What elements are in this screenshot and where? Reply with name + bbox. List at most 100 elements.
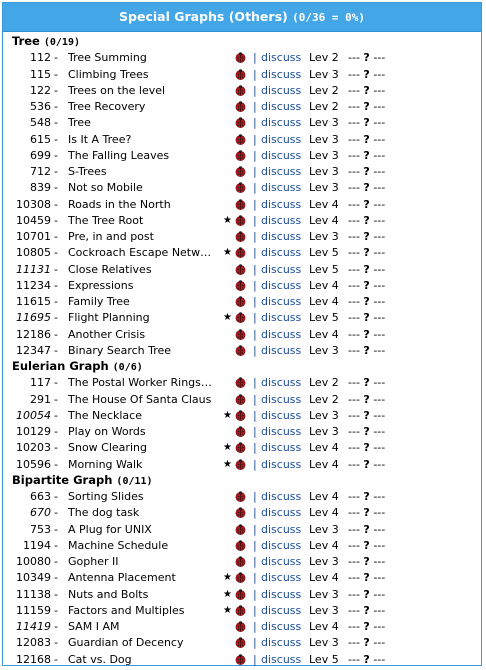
problem-name[interactable]: The Postal Worker Rings… [68, 375, 218, 391]
problem-name[interactable]: Climbing Trees [68, 67, 218, 83]
discuss-link[interactable]: discuss [261, 619, 301, 635]
problem-name[interactable]: Guardian of Decency [68, 635, 218, 651]
discuss-link[interactable]: discuss [261, 262, 301, 278]
ladybug-icon[interactable] [235, 247, 246, 259]
problem-name[interactable]: Play on Words [68, 424, 218, 440]
discuss-link[interactable]: discuss [261, 132, 301, 148]
discuss-link[interactable]: discuss [261, 392, 301, 408]
problem-name[interactable]: Binary Search Tree [68, 343, 218, 359]
ladybug-icon[interactable] [235, 588, 246, 600]
ladybug-icon[interactable] [235, 637, 246, 649]
discuss-link[interactable]: discuss [261, 489, 301, 505]
discuss-link[interactable]: discuss [261, 99, 301, 115]
discuss-link[interactable]: discuss [261, 115, 301, 131]
problem-name[interactable]: Roads in the North [68, 197, 218, 213]
problem-name[interactable]: Factors and Multiples [68, 603, 218, 619]
ladybug-icon[interactable] [235, 263, 246, 275]
ladybug-icon[interactable] [235, 101, 246, 112]
discuss-link[interactable]: discuss [261, 197, 301, 213]
ladybug-icon[interactable] [235, 491, 246, 502]
problem-name[interactable]: Nuts and Bolts [68, 587, 218, 603]
discuss-link[interactable]: discuss [261, 522, 301, 538]
ladybug-icon[interactable] [235, 296, 246, 307]
ladybug-icon[interactable] [235, 458, 246, 470]
problem-name[interactable]: Cockroach Escape Netw… [68, 245, 218, 261]
ladybug-icon[interactable] [235, 68, 246, 80]
ladybug-icon[interactable] [235, 410, 246, 421]
ladybug-icon[interactable] [235, 215, 246, 226]
ladybug-icon[interactable] [235, 507, 246, 519]
problem-name[interactable]: Close Relatives [68, 262, 218, 278]
ladybug-icon[interactable] [235, 572, 246, 584]
ladybug-icon[interactable] [235, 328, 246, 340]
discuss-link[interactable]: discuss [261, 554, 301, 570]
ladybug-icon[interactable] [235, 540, 246, 551]
discuss-link[interactable]: discuss [261, 50, 301, 66]
problem-name[interactable]: The Falling Leaves [68, 148, 218, 164]
problem-name[interactable]: Machine Schedule [68, 538, 218, 554]
ladybug-icon[interactable] [235, 280, 246, 291]
discuss-link[interactable]: discuss [261, 180, 301, 196]
discuss-link[interactable]: discuss [261, 294, 301, 310]
ladybug-icon[interactable] [235, 182, 246, 194]
discuss-link[interactable]: discuss [261, 440, 301, 456]
ladybug-icon[interactable] [235, 85, 246, 96]
problem-name[interactable]: SAM I AM [68, 619, 218, 635]
problem-name[interactable]: Pre, in and post [68, 229, 218, 245]
problem-name[interactable]: The dog task [68, 505, 218, 521]
discuss-link[interactable]: discuss [261, 603, 301, 619]
ladybug-icon[interactable] [235, 523, 246, 535]
problem-name[interactable]: Tree Recovery [68, 99, 218, 115]
discuss-link[interactable]: discuss [261, 457, 301, 473]
ladybug-icon[interactable] [235, 426, 246, 437]
problem-name[interactable]: The Tree Root [68, 213, 218, 229]
problem-name[interactable]: The House Of Santa Claus [68, 392, 218, 408]
discuss-link[interactable]: discuss [261, 67, 301, 83]
ladybug-icon[interactable] [235, 653, 246, 665]
discuss-link[interactable]: discuss [261, 148, 301, 164]
ladybug-icon[interactable] [235, 393, 246, 405]
problem-name[interactable]: Another Crisis [68, 327, 218, 343]
problem-name[interactable]: Expressions [68, 278, 218, 294]
discuss-link[interactable]: discuss [261, 343, 301, 359]
discuss-link[interactable]: discuss [261, 652, 301, 668]
problem-name[interactable]: Antenna Placement [68, 570, 218, 586]
problem-name[interactable]: Morning Walk [68, 457, 218, 473]
discuss-link[interactable]: discuss [261, 229, 301, 245]
discuss-link[interactable]: discuss [261, 635, 301, 651]
discuss-link[interactable]: discuss [261, 327, 301, 343]
ladybug-icon[interactable] [235, 198, 246, 210]
ladybug-icon[interactable] [235, 231, 246, 242]
problem-name[interactable]: S-Trees [68, 164, 218, 180]
problem-name[interactable]: Snow Clearing [68, 440, 218, 456]
ladybug-icon[interactable] [235, 377, 246, 389]
problem-name[interactable]: Sorting Slides [68, 489, 218, 505]
discuss-link[interactable]: discuss [261, 570, 301, 586]
discuss-link[interactable]: discuss [261, 408, 301, 424]
ladybug-icon[interactable] [235, 52, 246, 64]
discuss-link[interactable]: discuss [261, 587, 301, 603]
ladybug-icon[interactable] [235, 556, 246, 567]
discuss-link[interactable]: discuss [261, 375, 301, 391]
ladybug-icon[interactable] [235, 133, 246, 145]
discuss-link[interactable]: discuss [261, 83, 301, 99]
discuss-link[interactable]: discuss [261, 278, 301, 294]
discuss-link[interactable]: discuss [261, 213, 301, 229]
ladybug-icon[interactable] [235, 312, 246, 324]
ladybug-icon[interactable] [235, 150, 246, 161]
ladybug-icon[interactable] [235, 605, 246, 616]
problem-name[interactable]: Gopher II [68, 554, 218, 570]
discuss-link[interactable]: discuss [261, 164, 301, 180]
discuss-link[interactable]: discuss [261, 245, 301, 261]
problem-name[interactable]: Is It A Tree? [68, 132, 218, 148]
ladybug-icon[interactable] [235, 621, 246, 632]
discuss-link[interactable]: discuss [261, 310, 301, 326]
ladybug-icon[interactable] [235, 166, 246, 177]
problem-name[interactable]: Not so Mobile [68, 180, 218, 196]
discuss-link[interactable]: discuss [261, 538, 301, 554]
ladybug-icon[interactable] [235, 117, 246, 129]
problem-name[interactable]: Trees on the level [68, 83, 218, 99]
discuss-link[interactable]: discuss [261, 505, 301, 521]
problem-name[interactable]: Tree [68, 115, 218, 131]
problem-name[interactable]: A Plug for UNIX [68, 522, 218, 538]
